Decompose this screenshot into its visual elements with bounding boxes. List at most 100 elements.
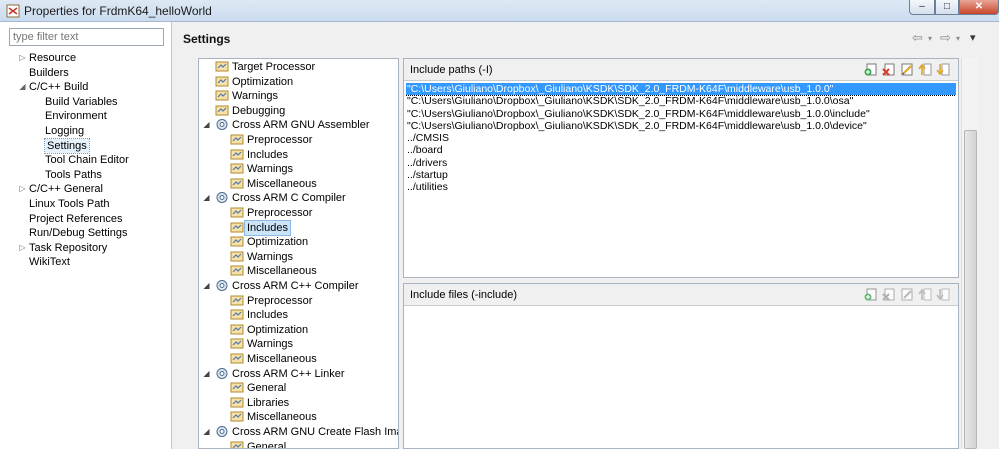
include-files-list[interactable]	[406, 308, 956, 446]
tool-tree-item[interactable]: Debugging	[199, 104, 398, 118]
include-path-row[interactable]: "C:\Users\Giuliano\Dropbox\_Giuliano\KSD…	[406, 120, 956, 132]
nav-item-environment[interactable]: Environment	[45, 109, 107, 123]
scrollbar-thumb[interactable]	[964, 130, 977, 449]
forward-arrow-icon[interactable]: ⇨	[940, 30, 951, 46]
move-down-icon[interactable]	[936, 62, 950, 77]
tool-tree-label: Preprocessor	[247, 207, 313, 219]
settings-page-icon	[230, 178, 244, 189]
file-move-up-icon[interactable]	[918, 287, 932, 302]
tool-tree-item[interactable]: Warnings	[199, 250, 398, 264]
include-paths-list[interactable]: "C:\Users\Giuliano\Dropbox\_Giuliano\KSD…	[406, 83, 956, 275]
delete-file-icon[interactable]	[882, 287, 896, 302]
tool-tree-label: Miscellaneous	[247, 265, 317, 278]
tool-tree-group[interactable]: ◢ Cross ARM GNU Assembler	[199, 118, 398, 132]
tool-tree-item[interactable]: Preprocessor	[199, 294, 398, 308]
tool-tree-item[interactable]: Target Processor	[199, 60, 398, 74]
tree-collapse-toggle-icon[interactable]: ◢	[202, 367, 211, 381]
tool-tree-group[interactable]: ◢ Cross ARM GNU Create Flash Image	[199, 425, 398, 439]
nav-item-settings[interactable]: Settings	[44, 137, 90, 154]
tool-tree-item[interactable]: Miscellaneous	[199, 410, 398, 424]
nav-item-build-variables[interactable]: Build Variables	[45, 95, 118, 109]
vertical-scrollbar[interactable]	[961, 58, 978, 449]
delete-path-icon[interactable]	[882, 62, 896, 77]
nav-item-run-debug-settings[interactable]: Run/Debug Settings	[29, 226, 127, 240]
tree-collapse-toggle-icon[interactable]: ◢	[202, 191, 211, 205]
nav-item-resource[interactable]: Resource	[29, 51, 76, 65]
maximize-button[interactable]: □	[935, 0, 959, 15]
edit-path-icon[interactable]	[900, 62, 914, 77]
tree-expand-twisty-icon[interactable]: ▷	[18, 51, 27, 65]
tree-expand-twisty-icon[interactable]: ◢	[18, 80, 27, 94]
include-path-row[interactable]: ../board	[406, 144, 956, 156]
tool-tree-label: Cross ARM GNU Assembler	[232, 119, 370, 132]
include-path-row[interactable]: ../CMSIS	[406, 132, 956, 144]
settings-page-icon	[230, 441, 244, 448]
tool-tree-item[interactable]: Preprocessor	[199, 206, 398, 220]
tool-tree-group[interactable]: ◢ Cross ARM C++ Linker	[199, 367, 398, 381]
tool-tree-item[interactable]: Miscellaneous	[199, 352, 398, 366]
tool-tree-item[interactable]: Includes	[199, 308, 398, 322]
settings-page-icon	[230, 397, 244, 408]
tool-tree-item[interactable]: Warnings	[199, 337, 398, 351]
settings-page-icon	[230, 222, 244, 233]
include-path-row[interactable]: "C:\Users\Giuliano\Dropbox\_Giuliano\KSD…	[406, 95, 956, 107]
tool-tree-item[interactable]: Libraries	[199, 396, 398, 410]
tool-tree-item[interactable]: Warnings	[199, 89, 398, 103]
tool-tree-group[interactable]: ◢ Cross ARM C++ Compiler	[199, 279, 398, 293]
tool-tree-item[interactable]: General	[199, 440, 398, 448]
nav-item-project-references[interactable]: Project References	[29, 212, 123, 226]
nav-item-tools-paths[interactable]: Tools Paths	[45, 168, 102, 182]
nav-item-wikitext[interactable]: WikiText	[29, 255, 70, 269]
back-menu-chevron-icon[interactable]: ▾	[928, 34, 932, 43]
add-file-icon[interactable]	[864, 287, 878, 302]
nav-item-c-c-build[interactable]: C/C++ Build	[29, 80, 88, 94]
window-edge	[979, 22, 999, 449]
tree-expand-twisty-icon[interactable]: ▷	[18, 241, 27, 255]
include-path-row[interactable]: ../startup	[406, 169, 956, 181]
tool-tree-item[interactable]: Optimization	[199, 235, 398, 249]
nav-item-builders[interactable]: Builders	[29, 66, 69, 80]
tool-tree-group[interactable]: ◢ Cross ARM C Compiler	[199, 191, 398, 205]
forward-menu-chevron-icon[interactable]: ▾	[956, 34, 960, 43]
include-path-row[interactable]: "C:\Users\Giuliano\Dropbox\_Giuliano\KSD…	[406, 83, 956, 97]
nav-item-c-c-general[interactable]: C/C++ General	[29, 182, 103, 196]
tree-collapse-toggle-icon[interactable]: ◢	[202, 425, 211, 439]
add-path-icon[interactable]	[864, 62, 878, 77]
include-path-row[interactable]: ../drivers	[406, 157, 956, 169]
tree-expand-twisty-icon[interactable]: ▷	[18, 182, 27, 196]
tool-tree-item[interactable]: Warnings	[199, 162, 398, 176]
tool-tree-label: Cross ARM C Compiler	[232, 192, 346, 205]
tool-tree-item[interactable]: Includes	[199, 219, 398, 236]
close-button[interactable]: ✕	[959, 0, 999, 15]
tool-tree-item[interactable]: General	[199, 381, 398, 395]
tool-tree-label: General	[247, 382, 287, 395]
nav-item-task-repository[interactable]: Task Repository	[29, 241, 107, 255]
tool-tree-item[interactable]: Miscellaneous	[199, 177, 398, 191]
include-path-row[interactable]: "C:\Users\Giuliano\Dropbox\_Giuliano\KSD…	[406, 108, 956, 120]
tool-tree-item[interactable]: Miscellaneous	[199, 264, 398, 278]
tool-tree-label: Warnings	[247, 250, 294, 263]
view-menu-icon[interactable]: ▾	[970, 31, 976, 44]
back-arrow-icon[interactable]: ⇦	[912, 30, 923, 46]
nav-item-tool-chain-editor[interactable]: Tool Chain Editor	[45, 153, 129, 167]
nav-item-linux-tools-path[interactable]: Linux Tools Path	[29, 197, 110, 211]
include-path-row[interactable]: ../utilities	[406, 181, 956, 193]
tool-tree-item[interactable]: Optimization	[199, 75, 398, 89]
file-move-down-icon[interactable]	[936, 287, 950, 302]
settings-page-icon	[230, 163, 244, 174]
tool-gear-icon	[216, 426, 228, 437]
tool-tree-label: Miscellaneous	[247, 353, 317, 365]
tool-tree-label: Includes	[247, 148, 288, 161]
move-up-icon[interactable]	[918, 62, 932, 77]
edit-file-icon[interactable]	[900, 287, 914, 302]
page-title: Settings	[183, 32, 231, 46]
tree-collapse-toggle-icon[interactable]: ◢	[202, 118, 211, 132]
tree-collapse-toggle-icon[interactable]: ◢	[202, 279, 211, 293]
tool-tree-item[interactable]: Optimization	[199, 323, 398, 337]
nav-item-logging[interactable]: Logging	[45, 124, 84, 138]
minimize-button[interactable]: –	[909, 0, 935, 15]
filter-input[interactable]	[9, 28, 164, 46]
tool-tree-item[interactable]: Preprocessor	[199, 133, 398, 147]
include-files-toolbar	[864, 287, 952, 303]
tool-tree-item[interactable]: Includes	[199, 148, 398, 162]
